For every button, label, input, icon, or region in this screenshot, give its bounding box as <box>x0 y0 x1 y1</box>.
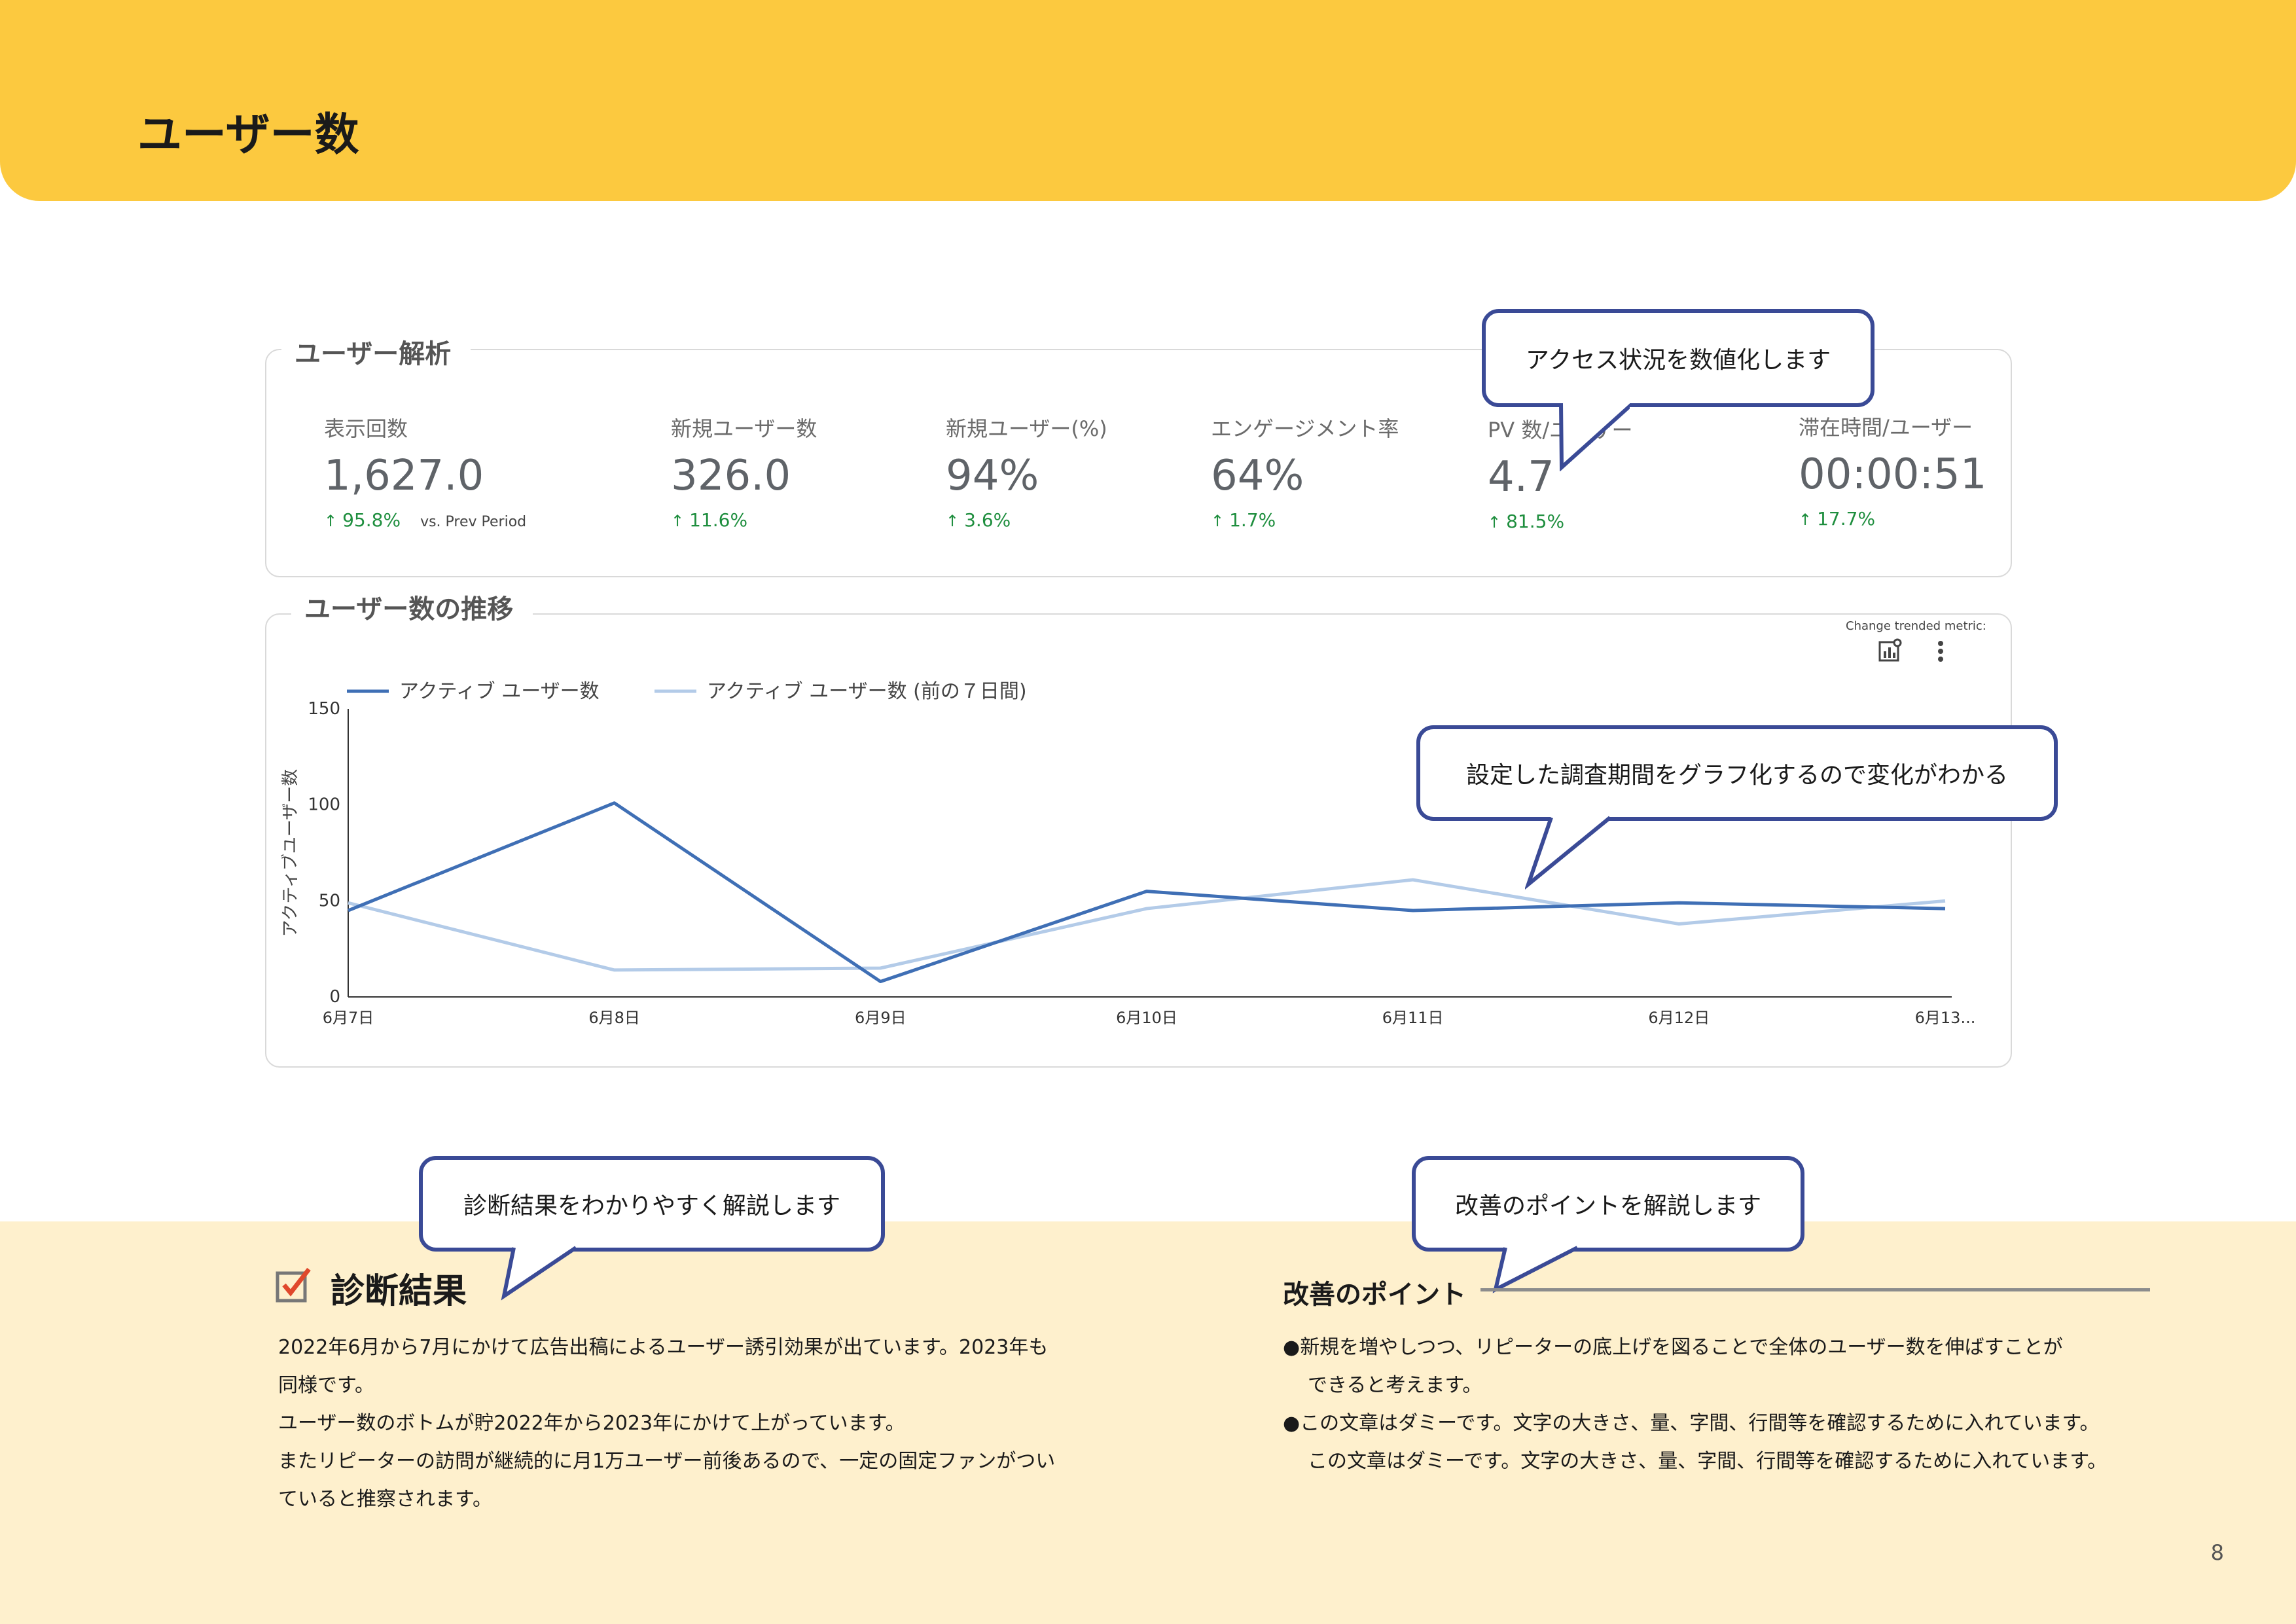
diagnosis-line: 2022年6月から7月にかけて広告出稿によるユーザー誘引効果が出ています。202… <box>278 1336 1049 1359</box>
up-arrow-icon: ↑ <box>946 512 960 530</box>
up-arrow-icon: ↑ <box>671 512 685 530</box>
x-tick-label: 6月13... <box>1915 1009 1976 1027</box>
page-number: 8 <box>2210 1540 2224 1565</box>
metric-value: 1,627.0 <box>324 452 484 500</box>
callout-graph: 設定した調査期間をグラフ化するので変化がわかる <box>1416 725 2058 821</box>
series-line <box>348 801 1946 984</box>
metric-engagement-rate: エンゲージメント率 64% ↑ 1.7% <box>1211 412 1399 531</box>
up-arrow-icon: ↑ <box>324 512 338 530</box>
improvement-item: ●新規を増やしつつ、リピーターの底上げを図ることで全体のユーザー数を伸ばすことが <box>1283 1336 2063 1359</box>
metric-change: ↑ 17.7% <box>1799 508 1876 530</box>
x-tick-label: 6月8日 <box>588 1009 640 1027</box>
metric-label: 表示回数 <box>324 416 408 441</box>
improvement-item-cont: この文章はダミーです。文字の大きさ、量、字間、行間等を確認するために入れています… <box>1308 1450 2108 1473</box>
chart-settings-icon[interactable] <box>1877 638 1903 664</box>
callout-diagnosis-tail <box>501 1246 577 1301</box>
callout-text: アクセス状況を数値化します <box>1525 347 1831 374</box>
improvement-item: ●この文章はダミーです。文字の大きさ、量、字間、行間等を確認するために入れていま… <box>1283 1412 2100 1435</box>
checkbox-checked-icon <box>276 1267 311 1303</box>
y-tick-label: 100 <box>308 795 340 815</box>
up-arrow-icon: ↑ <box>1799 511 1812 529</box>
x-tick-label: 6月7日 <box>323 1009 374 1027</box>
page-title: ユーザー数 <box>137 109 359 161</box>
x-tick-label: 6月10日 <box>1116 1009 1177 1027</box>
metric-change: ↑ 95.8% vs. Prev Period <box>324 509 527 531</box>
diagnosis-text: 2022年6月から7月にかけて広告出稿によるユーザー誘引効果が出ています。202… <box>278 1329 1055 1519</box>
callout-access-tail <box>1559 402 1630 471</box>
metric-value: 00:00:51 <box>1799 450 1987 499</box>
metric-new-users-pct: 新規ユーザー(%) 94% ↑ 3.6% <box>946 412 1107 531</box>
bullet-icon: ● <box>1283 1336 1300 1359</box>
improvement-item-cont: できると考えます。 <box>1308 1374 1482 1397</box>
metric-new-users: 新規ユーザー数 326.0 ↑ 11.6% <box>671 412 817 531</box>
metric-label: 新規ユーザー数 <box>671 416 817 441</box>
diagnosis-line: ユーザー数のボトムが貯2022年から2023年にかけて上がっています。 <box>278 1412 905 1435</box>
metric-change: ↑ 81.5% <box>1488 511 1565 532</box>
metric-change: ↑ 11.6% <box>671 509 748 531</box>
callout-diagnosis: 診断結果をわかりやすく解説します <box>419 1156 885 1252</box>
user-analysis-label: ユーザー解析 <box>281 333 471 370</box>
y-tick-label: 50 <box>319 891 340 911</box>
page-header: ユーザー数 <box>0 0 2296 201</box>
metric-change: ↑ 3.6% <box>946 509 1011 531</box>
diagnosis-title: 診断結果 <box>331 1272 467 1311</box>
metric-value: 94% <box>946 452 1039 500</box>
x-tick-label: 6月12日 <box>1648 1009 1710 1027</box>
callout-text: 設定した調査期間をグラフ化するので変化がわかる <box>1465 762 2008 789</box>
callout-improve: 改善のポイントを解説します <box>1412 1156 1804 1252</box>
up-arrow-icon: ↑ <box>1211 512 1225 530</box>
change-metric-label: Change trended metric: <box>1846 619 1986 633</box>
callout-graph-tail <box>1525 816 1611 890</box>
y-axis-label: アクティブユーザー数 <box>281 769 300 937</box>
metric-change: ↑ 1.7% <box>1211 509 1276 531</box>
metric-label: 新規ユーザー(%) <box>946 416 1107 441</box>
more-vert-icon[interactable] <box>1934 638 1947 664</box>
callout-improve-tail <box>1492 1246 1579 1293</box>
compare-note: vs. Prev Period <box>420 514 527 530</box>
metric-value: 326.0 <box>671 452 791 500</box>
callout-text: 改善のポイントを解説します <box>1454 1193 1761 1219</box>
metric-time-per-user: 滞在時間/ユーザー 00:00:51 ↑ 17.7% <box>1799 411 1986 530</box>
diagnosis-line: ていると推察されます。 <box>278 1488 492 1511</box>
y-tick-label: 150 <box>308 699 340 719</box>
metric-label: 滞在時間/ユーザー <box>1799 415 1973 440</box>
diagnosis-line: またリピーターの訪問が継続的に月1万ユーザー前後あるので、一定の固定ファンがつい <box>278 1450 1056 1473</box>
improvement-text: ●新規を増やしつつ、リピーターの底上げを図ることで全体のユーザー数を伸ばすことが… <box>1283 1329 2107 1481</box>
metric-value: 64% <box>1211 452 1304 500</box>
metric-label: エンゲージメント率 <box>1211 416 1399 441</box>
series-line <box>348 878 1946 972</box>
callout-text: 診断結果をわかりやすく解説します <box>463 1193 840 1219</box>
metric-views: 表示回数 1,627.0 ↑ 95.8% vs. Prev Period <box>324 412 526 531</box>
trend-card-label: ユーザー数の推移 <box>291 588 533 626</box>
x-tick-label: 6月9日 <box>855 1009 906 1027</box>
x-tick-label: 6月11日 <box>1382 1009 1444 1027</box>
improvement-title: 改善のポイント <box>1283 1280 1466 1310</box>
legend-label: アクティブ ユーザー数 (前の７日間) <box>707 680 1027 703</box>
y-tick-label: 0 <box>329 987 340 1007</box>
up-arrow-icon: ↑ <box>1488 513 1501 532</box>
improvement-divider <box>1480 1288 2150 1291</box>
diagnosis-line: 同様です。 <box>278 1374 374 1397</box>
legend-label: アクティブ ユーザー数 <box>399 680 600 703</box>
callout-access: アクセス状況を数値化します <box>1482 309 1874 407</box>
bullet-icon: ● <box>1283 1412 1300 1435</box>
